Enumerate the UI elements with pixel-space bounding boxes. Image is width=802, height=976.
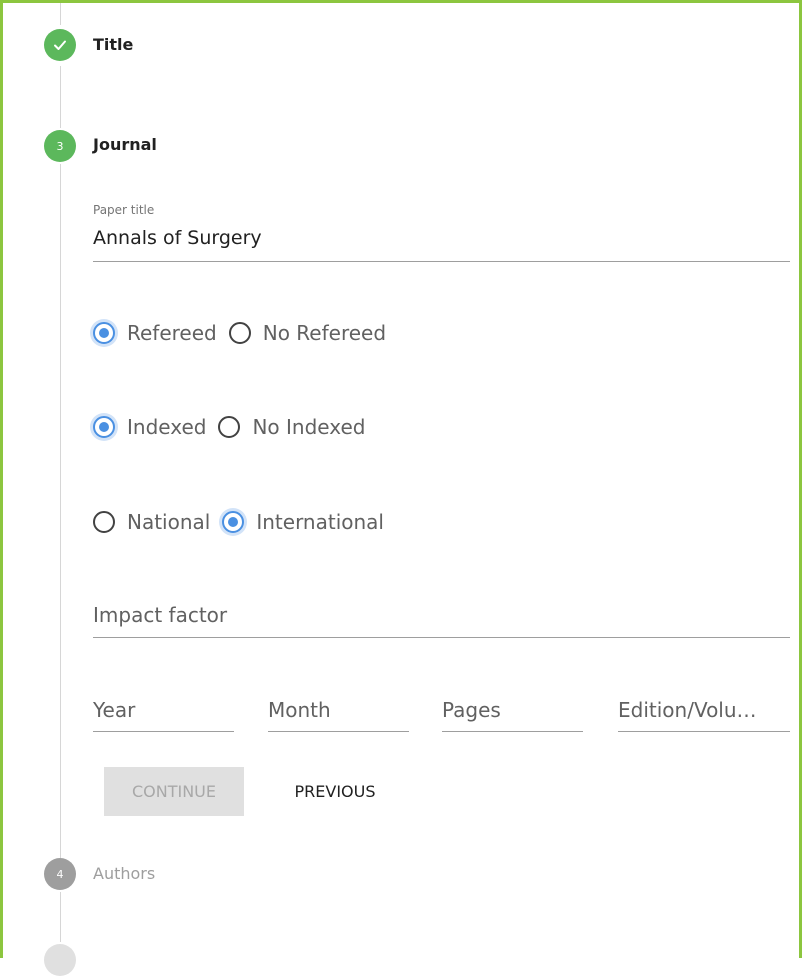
month-underline: [268, 731, 409, 732]
no-refereed-label: No Refereed: [262, 321, 387, 345]
national-radio[interactable]: [93, 511, 115, 533]
international-radio[interactable]: [222, 511, 245, 533]
previous-button[interactable]: PREVIOUS: [270, 767, 400, 816]
month-input[interactable]: Month: [268, 698, 331, 722]
step-authors-label[interactable]: Authors: [93, 864, 155, 883]
no-refereed-option[interactable]: No Refereed: [228, 321, 387, 345]
no-indexed-label: No Indexed: [252, 415, 366, 439]
national-option[interactable]: National: [93, 510, 210, 534]
pages-underline: [442, 731, 583, 732]
impact-factor-input[interactable]: Impact factor: [93, 603, 227, 627]
stepper-line-2: [60, 164, 61, 858]
paper-title-underline: [93, 261, 790, 262]
check-icon: [54, 40, 66, 50]
no-indexed-radio[interactable]: [218, 416, 241, 438]
step-title-label[interactable]: Title: [93, 35, 133, 54]
indexed-option[interactable]: Indexed: [93, 415, 206, 439]
indexed-radio-group: Indexed No Indexed: [93, 415, 377, 439]
refereed-radio[interactable]: [93, 322, 115, 344]
scope-radio-group: National International: [93, 510, 396, 534]
impact-factor-underline: [93, 637, 790, 638]
refereed-option[interactable]: Refereed: [93, 321, 217, 345]
indexed-radio[interactable]: [93, 416, 115, 438]
stepper-line-top: [60, 3, 61, 25]
national-label: National: [127, 510, 211, 534]
step-next-circle[interactable]: [44, 944, 76, 976]
step-title-circle[interactable]: [44, 29, 76, 61]
stepper-line-3: [60, 892, 61, 942]
year-underline: [93, 731, 234, 732]
international-label: International: [256, 510, 384, 534]
no-indexed-option[interactable]: No Indexed: [218, 415, 365, 439]
step-authors-number[interactable]: 4: [44, 858, 76, 890]
refereed-radio-group: Refereed No Refereed: [93, 321, 398, 345]
pages-input[interactable]: Pages: [442, 698, 501, 722]
paper-title-input[interactable]: Annals of Surgery: [93, 227, 262, 249]
edition-volume-input[interactable]: Edition/Volu…: [618, 698, 757, 722]
indexed-label: Indexed: [127, 415, 207, 439]
year-input[interactable]: Year: [93, 698, 135, 722]
international-option[interactable]: International: [222, 510, 384, 534]
edition-volume-underline: [618, 731, 790, 732]
continue-button[interactable]: CONTINUE: [104, 767, 244, 816]
step-journal-label[interactable]: Journal: [93, 135, 157, 154]
paper-title-label: Paper title: [93, 203, 155, 217]
no-refereed-radio[interactable]: [228, 322, 251, 344]
refereed-label: Refereed: [127, 321, 217, 345]
stepper-line-1: [60, 66, 61, 128]
step-journal-number[interactable]: 3: [44, 130, 76, 162]
